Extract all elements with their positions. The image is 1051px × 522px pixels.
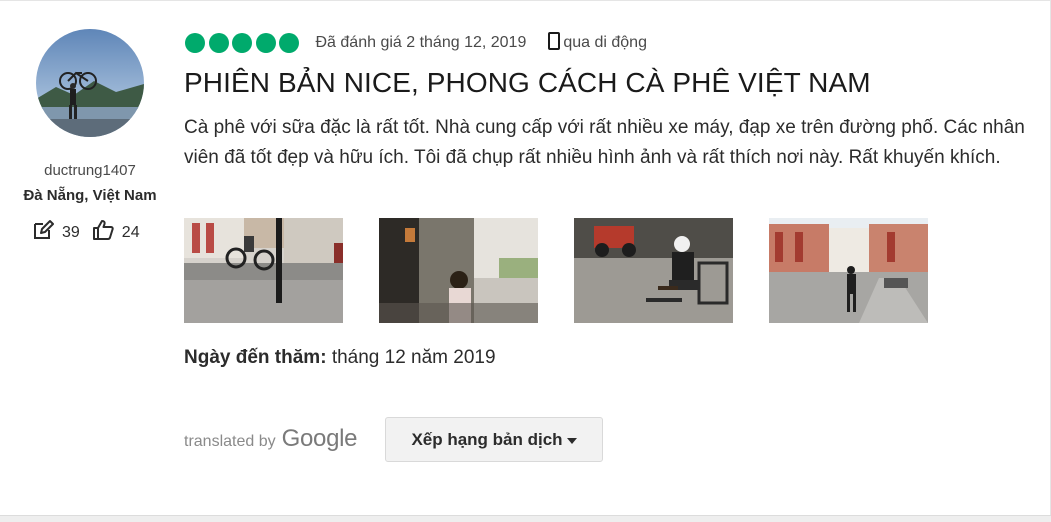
device-info: qua di động	[548, 31, 647, 55]
rate-translation-button[interactable]: Xếp hạng bản dịch	[385, 417, 603, 462]
visit-date: Ngày đến thăm: tháng 12 năm 2019	[184, 347, 496, 369]
device-label: qua di động	[563, 34, 647, 51]
rating-row: Đã đánh giá 2 tháng 12, 2019 qua di động	[185, 31, 647, 55]
review-card: ductrung1407 Đà Nẵng, Việt Nam 39 24 Đã …	[0, 0, 1051, 516]
mobile-phone-icon	[548, 31, 563, 55]
google-translate-attribution: translated by Google	[184, 425, 358, 453]
card-divider	[0, 515, 1051, 522]
reviewer-location: Đà Nẵng, Việt Nam	[23, 187, 157, 204]
contributions-stat: 39	[32, 219, 80, 246]
edit-icon	[32, 219, 62, 246]
review-body: Cà phê với sữa đặc là rất tốt. Nhà cung …	[184, 117, 1025, 168]
contributions-count: 39	[62, 223, 80, 241]
rating-bubble	[255, 33, 276, 53]
rate-translation-label: Xếp hạng bản dịch	[411, 429, 563, 449]
thumbs-up-icon	[92, 219, 122, 246]
visit-date-label: Ngày đến thăm:	[184, 347, 327, 368]
reviewer-stats: 39 24	[32, 219, 140, 246]
visit-date-value: tháng 12 năm 2019	[331, 347, 496, 368]
rating-bubble	[185, 33, 205, 53]
reviewer-avatar[interactable]	[36, 29, 144, 137]
bubble-rating	[185, 33, 303, 53]
rating-bubble	[279, 33, 299, 53]
google-logo: Google	[281, 425, 358, 452]
review-photo-2[interactable]	[379, 218, 538, 323]
translated-by-label: translated by	[184, 433, 276, 450]
review-photo-3[interactable]	[574, 218, 733, 323]
review-photo-1[interactable]	[184, 218, 343, 323]
caret-down-icon	[566, 437, 577, 444]
review-title[interactable]: PHIÊN BẢN NICE, PHONG CÁCH CÀ PHÊ VIỆT N…	[184, 67, 871, 99]
review-date: Đã đánh giá 2 tháng 12, 2019	[315, 34, 527, 51]
helpful-votes-count: 24	[121, 223, 140, 241]
helpful-stat: 24	[92, 219, 140, 246]
rating-bubble	[208, 33, 229, 53]
review-photo-4[interactable]	[769, 218, 928, 323]
review-photos	[184, 218, 964, 323]
reviewer-username[interactable]: ductrung1407	[0, 162, 180, 179]
rating-bubble	[232, 33, 252, 53]
